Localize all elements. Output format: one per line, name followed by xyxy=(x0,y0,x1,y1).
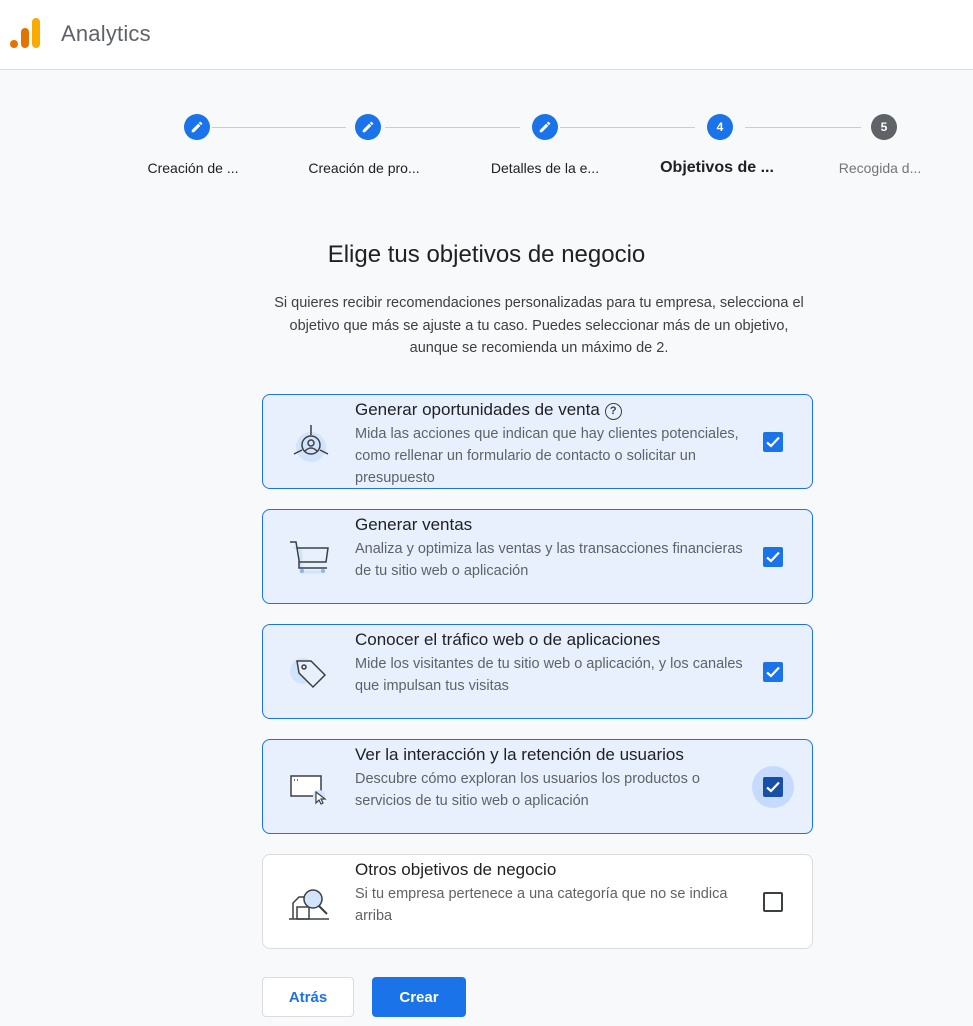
step-connector xyxy=(745,127,861,128)
objective-title: Generar ventas xyxy=(355,515,473,534)
step-connector xyxy=(212,127,346,128)
objective-checkbox[interactable] xyxy=(763,432,783,452)
objective-checkbox[interactable] xyxy=(763,777,783,797)
step-4-label: Objetivos de ... xyxy=(660,159,774,176)
objective-card-leads[interactable]: Generar oportunidades de venta? Mida las… xyxy=(262,394,813,489)
objective-card-other[interactable]: Otros objetivos de negocio Si tu empresa… xyxy=(262,854,813,949)
step-connector xyxy=(560,127,695,128)
objective-title: Generar oportunidades de venta? xyxy=(355,400,622,420)
objective-title: Ver la interacción y la retención de usu… xyxy=(355,745,684,764)
help-icon[interactable]: ? xyxy=(604,403,622,420)
objective-title: Conocer el tráfico web o de aplicaciones xyxy=(355,630,661,649)
step-3-label[interactable]: Detalles de la e... xyxy=(475,160,615,176)
step-1-edit-icon[interactable] xyxy=(184,114,210,140)
step-5-number: 5 xyxy=(871,114,897,140)
setup-stepper: 4 5 Creación de ... Creación de pro... D… xyxy=(0,0,973,200)
objective-checkbox[interactable] xyxy=(763,662,783,682)
step-connector xyxy=(385,127,520,128)
magnifier-icon xyxy=(289,889,329,920)
objective-card-sales[interactable]: Generar ventas Analiza y optimiza las ve… xyxy=(262,509,813,604)
objective-description: Descubre cómo exploran los usuarios los … xyxy=(355,771,700,809)
objective-card-traffic[interactable]: Conocer el tráfico web o de aplicaciones… xyxy=(262,624,813,719)
objective-description: Analiza y optimiza las ventas y las tran… xyxy=(355,541,743,579)
tag-icon xyxy=(290,658,327,689)
objective-card-engagement[interactable]: Ver la interacción y la retención de usu… xyxy=(262,739,813,834)
cart-icon xyxy=(290,541,329,574)
leads-icon xyxy=(293,425,329,462)
create-button[interactable]: Crear xyxy=(372,977,466,1017)
step-2-edit-icon[interactable] xyxy=(355,114,381,140)
step-4-number: 4 xyxy=(707,114,733,140)
objective-title: Otros objetivos de negocio xyxy=(355,860,557,879)
objective-description: Mida las acciones que indican que hay cl… xyxy=(355,426,739,486)
objective-description: Mide los visitantes de tu sitio web o ap… xyxy=(355,656,743,694)
browser-cursor-icon xyxy=(290,775,327,805)
objective-checkbox[interactable] xyxy=(763,892,783,912)
intro-text: Si quieres recibir recomendaciones perso… xyxy=(274,295,804,356)
step-2-label[interactable]: Creación de pro... xyxy=(294,160,434,176)
step-5-label: Recogida d... xyxy=(838,160,922,176)
step-3-edit-icon[interactable] xyxy=(532,114,558,140)
objective-checkbox[interactable] xyxy=(763,547,783,567)
back-button[interactable]: Atrás xyxy=(262,977,354,1017)
page-title: Elige tus objetivos de negocio xyxy=(327,241,646,268)
step-1-label[interactable]: Creación de ... xyxy=(123,160,263,176)
objective-description: Si tu empresa pertenece a una categoría … xyxy=(355,886,728,924)
